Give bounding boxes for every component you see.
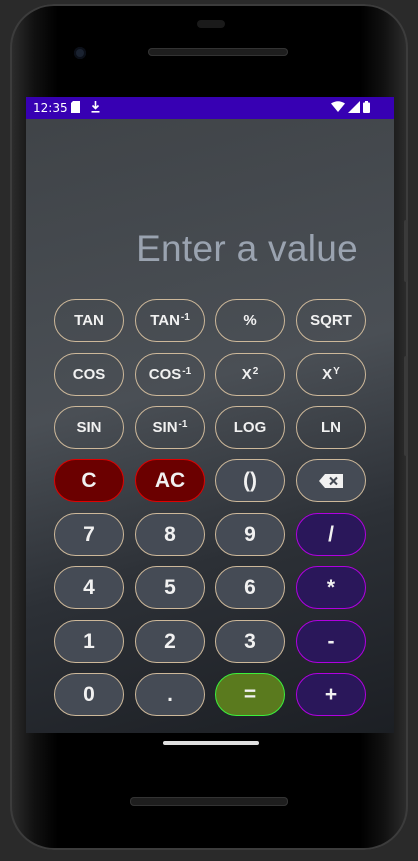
clear-label: C: [81, 468, 97, 492]
bottom-speaker: [130, 797, 288, 806]
power-button: [404, 220, 408, 282]
tan-button[interactable]: TAN: [54, 299, 124, 342]
sqrt-label: SQRT: [310, 312, 352, 329]
square-label: X: [241, 366, 252, 383]
digit-0-button[interactable]: 0: [54, 673, 124, 716]
multiply-label: *: [326, 575, 336, 599]
digit-7-button[interactable]: 7: [54, 513, 124, 556]
digit-label: 2: [164, 629, 176, 653]
log-button[interactable]: LOG: [215, 406, 285, 449]
decimal-label: .: [167, 682, 173, 706]
inverse-sup: -1: [178, 419, 188, 430]
add-label: +: [324, 682, 338, 706]
equals-label: =: [243, 682, 257, 706]
digit-label: 3: [244, 629, 256, 653]
top-speaker: [148, 48, 288, 56]
wifi-icon: [331, 101, 345, 112]
power-label: X: [322, 366, 333, 383]
backspace-icon: [319, 473, 343, 488]
subtract-label: -: [327, 629, 335, 653]
battery-icon: [363, 101, 370, 113]
power-sup: Y: [333, 366, 340, 377]
digit-2-button[interactable]: 2: [135, 620, 205, 663]
ln-button[interactable]: LN: [296, 406, 366, 449]
log-label: LOG: [233, 419, 267, 436]
tan-label: TAN: [74, 312, 104, 329]
square-button[interactable]: X2: [215, 353, 285, 396]
sd-card-icon: [71, 101, 80, 113]
digit-label: 5: [164, 575, 176, 599]
download-icon: [91, 101, 100, 113]
inverse-sup: -1: [182, 366, 192, 377]
atan-label: TAN: [150, 312, 180, 329]
digit-9-button[interactable]: 9: [215, 513, 285, 556]
asin-label: SIN: [152, 419, 178, 436]
atan-button[interactable]: TAN -1: [135, 299, 205, 342]
ln-label: LN: [321, 419, 341, 436]
acos-label: COS: [148, 366, 182, 383]
multiply-button[interactable]: *: [296, 566, 366, 609]
clear-button[interactable]: C: [54, 459, 124, 502]
digit-label: 1: [83, 629, 95, 653]
percent-label: %: [243, 312, 257, 329]
digit-label: 9: [244, 522, 256, 546]
decimal-button[interactable]: .: [135, 673, 205, 716]
signal-icon: [348, 101, 360, 113]
equals-button[interactable]: =: [215, 673, 285, 716]
cos-button[interactable]: COS: [54, 353, 124, 396]
digit-3-button[interactable]: 3: [215, 620, 285, 663]
sin-label: SIN: [76, 419, 102, 436]
status-time: 12:35: [33, 101, 68, 115]
subtract-button[interactable]: -: [296, 620, 366, 663]
asin-button[interactable]: SIN -1: [135, 406, 205, 449]
acos-button[interactable]: COS -1: [135, 353, 205, 396]
all-clear-button[interactable]: AC: [135, 459, 205, 502]
digit-label: 7: [83, 522, 95, 546]
digit-label: 0: [83, 682, 95, 706]
front-camera-icon: [74, 47, 86, 59]
inverse-sup: -1: [180, 312, 190, 323]
divide-label: /: [328, 522, 334, 546]
digit-label: 6: [244, 575, 256, 599]
square-sup: 2: [252, 366, 259, 377]
volume-button: [404, 356, 408, 456]
cos-label: COS: [72, 366, 106, 383]
digit-label: 8: [164, 522, 176, 546]
digit-label: 4: [83, 575, 95, 599]
gesture-nav-bar[interactable]: [163, 741, 259, 745]
display-input[interactable]: Enter a value: [136, 228, 358, 270]
power-button[interactable]: XY: [296, 353, 366, 396]
parens-label: (): [243, 468, 257, 492]
status-bar: 12:35: [26, 97, 394, 119]
all-clear-label: AC: [154, 468, 186, 492]
digit-6-button[interactable]: 6: [215, 566, 285, 609]
digit-8-button[interactable]: 8: [135, 513, 205, 556]
sensor-bar: [197, 20, 225, 28]
parens-button[interactable]: (): [215, 459, 285, 502]
divide-button[interactable]: /: [296, 513, 366, 556]
digit-5-button[interactable]: 5: [135, 566, 205, 609]
backspace-button[interactable]: [296, 459, 366, 502]
add-button[interactable]: +: [296, 673, 366, 716]
digit-1-button[interactable]: 1: [54, 620, 124, 663]
digit-4-button[interactable]: 4: [54, 566, 124, 609]
app-screen: 12:35 Enter a value TAN TAN -1 % SQRT COS…: [26, 97, 394, 733]
sqrt-button[interactable]: SQRT: [296, 299, 366, 342]
sin-button[interactable]: SIN: [54, 406, 124, 449]
percent-button[interactable]: %: [215, 299, 285, 342]
